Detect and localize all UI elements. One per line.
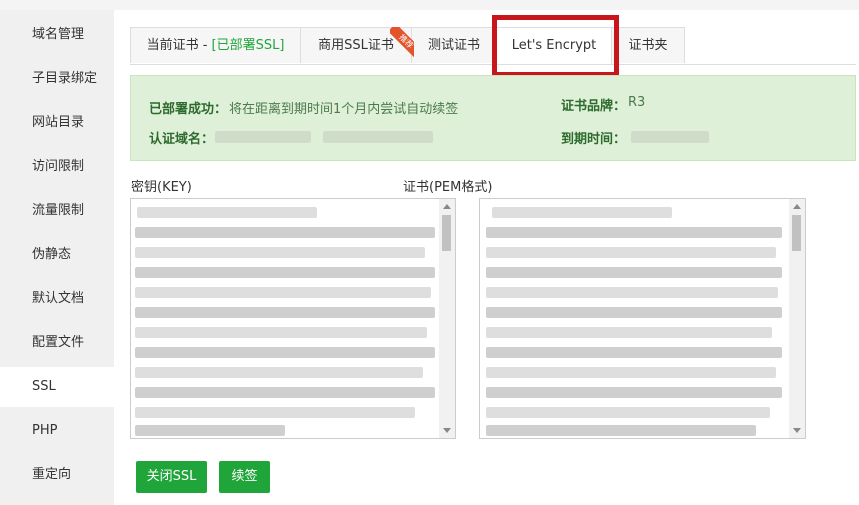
ssl-status-panel: 已部署成功： 将在距离到期时间1个月内尝试自动续签 证书品牌： R3 认证域名：…: [130, 75, 856, 161]
tab-current-cert-status: [已部署SSL]: [211, 38, 285, 53]
tab-cert-folder[interactable]: 证书夹: [611, 27, 685, 63]
tab-current-cert-label: 当前证书 -: [146, 38, 212, 53]
recommend-badge: 推荐: [390, 27, 414, 61]
sidebar-item-default-doc[interactable]: 默认文档: [0, 279, 114, 319]
renew-button[interactable]: 续签: [219, 461, 270, 493]
sidebar-item-redirect[interactable]: 重定向: [0, 455, 114, 495]
sidebar: 域名管理 子目录绑定 网站目录 访问限制 流量限制 伪静态 默认文档 配置文件 …: [0, 10, 114, 505]
key-scrollbar[interactable]: [439, 199, 455, 438]
key-label: 密钥(KEY): [131, 180, 192, 195]
cert-label: 证书(PEM格式): [403, 180, 493, 195]
close-ssl-button[interactable]: 关闭SSL: [136, 461, 207, 493]
tab-current-cert[interactable]: 当前证书 - [已部署SSL]: [130, 27, 301, 63]
domain-redacted: [215, 131, 311, 143]
cert-scrollbar[interactable]: [789, 199, 805, 438]
deployed-label: 已部署成功：: [149, 102, 228, 117]
sidebar-item-rewrite[interactable]: 伪静态: [0, 235, 114, 275]
sidebar-item-domains[interactable]: 域名管理: [0, 15, 114, 55]
top-strip: [0, 0, 859, 10]
brand-value: R3: [628, 95, 646, 110]
sidebar-item-subdirectory[interactable]: 子目录绑定: [0, 59, 114, 99]
tab-test-cert[interactable]: 测试证书: [411, 27, 497, 63]
highlight-box: [492, 15, 619, 77]
sidebar-item-ssl[interactable]: SSL: [0, 367, 114, 407]
cert-textarea[interactable]: [479, 198, 806, 439]
key-textarea[interactable]: [130, 198, 456, 439]
sidebar-item-access-limit[interactable]: 访问限制: [0, 147, 114, 187]
domain-label: 认证域名：: [149, 132, 215, 147]
brand-label: 证书品牌：: [561, 99, 627, 114]
sidebar-item-traffic-limit[interactable]: 流量限制: [0, 191, 114, 231]
deployed-text: 将在距离到期时间1个月内尝试自动续签: [229, 102, 459, 117]
sidebar-item-php[interactable]: PHP: [0, 411, 114, 451]
expiry-redacted: [631, 131, 709, 143]
sidebar-item-config-file[interactable]: 配置文件: [0, 323, 114, 363]
sidebar-item-site-directory[interactable]: 网站目录: [0, 103, 114, 143]
expiry-label: 到期时间：: [561, 132, 627, 147]
domain-redacted-2: [323, 131, 433, 143]
